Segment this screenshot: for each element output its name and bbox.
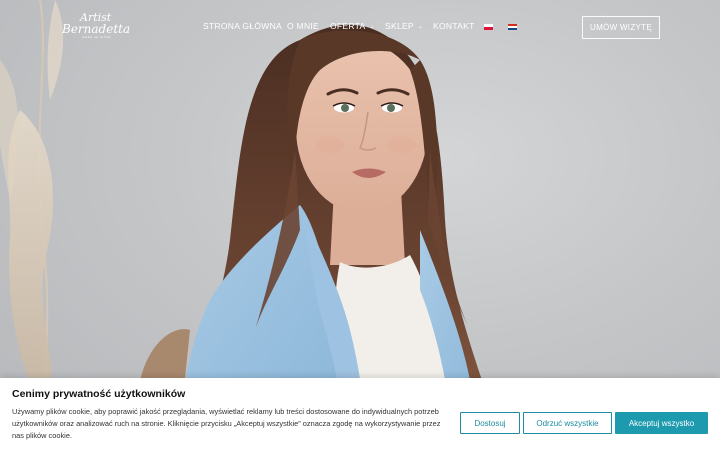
book-appointment-button[interactable]: UMÓW WIZYTĘ <box>582 16 660 39</box>
accept-all-button[interactable]: Akceptuj wszystko <box>615 412 708 434</box>
site-header: Artist Bernadetta make-up artist STRONA … <box>0 0 720 58</box>
cookie-consent-banner: Cenimy prywatność użytkowników Używamy p… <box>0 378 720 450</box>
nav-item-offer[interactable]: OFERTA ⌄ <box>330 21 375 31</box>
customize-button[interactable]: Dostosuj <box>460 412 520 434</box>
nav-item-home[interactable]: STRONA GŁÓWNA <box>203 21 282 31</box>
flag-hr-icon[interactable] <box>508 24 517 30</box>
chevron-down-icon: ⌄ <box>417 24 424 30</box>
brand-logo[interactable]: Artist Bernadetta make-up artist <box>62 12 131 42</box>
nav-label: OFERTA <box>330 21 366 31</box>
nav-label: SKLEP <box>385 21 414 31</box>
cookie-title: Cenimy prywatność użytkowników <box>12 388 186 400</box>
logo-line-3: make-up artist <box>82 35 111 39</box>
nav-item-about[interactable]: O MNIE <box>287 21 319 31</box>
logo-line-2: Bernadetta <box>62 22 131 36</box>
reject-all-button[interactable]: Odrzuć wszystkie <box>523 412 612 434</box>
nav-label: O MNIE <box>287 21 320 31</box>
flag-pl-icon[interactable] <box>484 24 493 30</box>
cookie-description: Używamy plików cookie, aby poprawić jako… <box>12 407 441 441</box>
nav-item-contact[interactable]: KONTAKT <box>433 21 475 31</box>
nav-label: STRONA GŁÓWNA <box>203 21 282 31</box>
nav-label: KONTAKT <box>433 21 475 31</box>
chevron-down-icon: ⌄ <box>369 24 375 30</box>
nav-item-shop[interactable]: SKLEP ⌄ <box>385 21 423 31</box>
